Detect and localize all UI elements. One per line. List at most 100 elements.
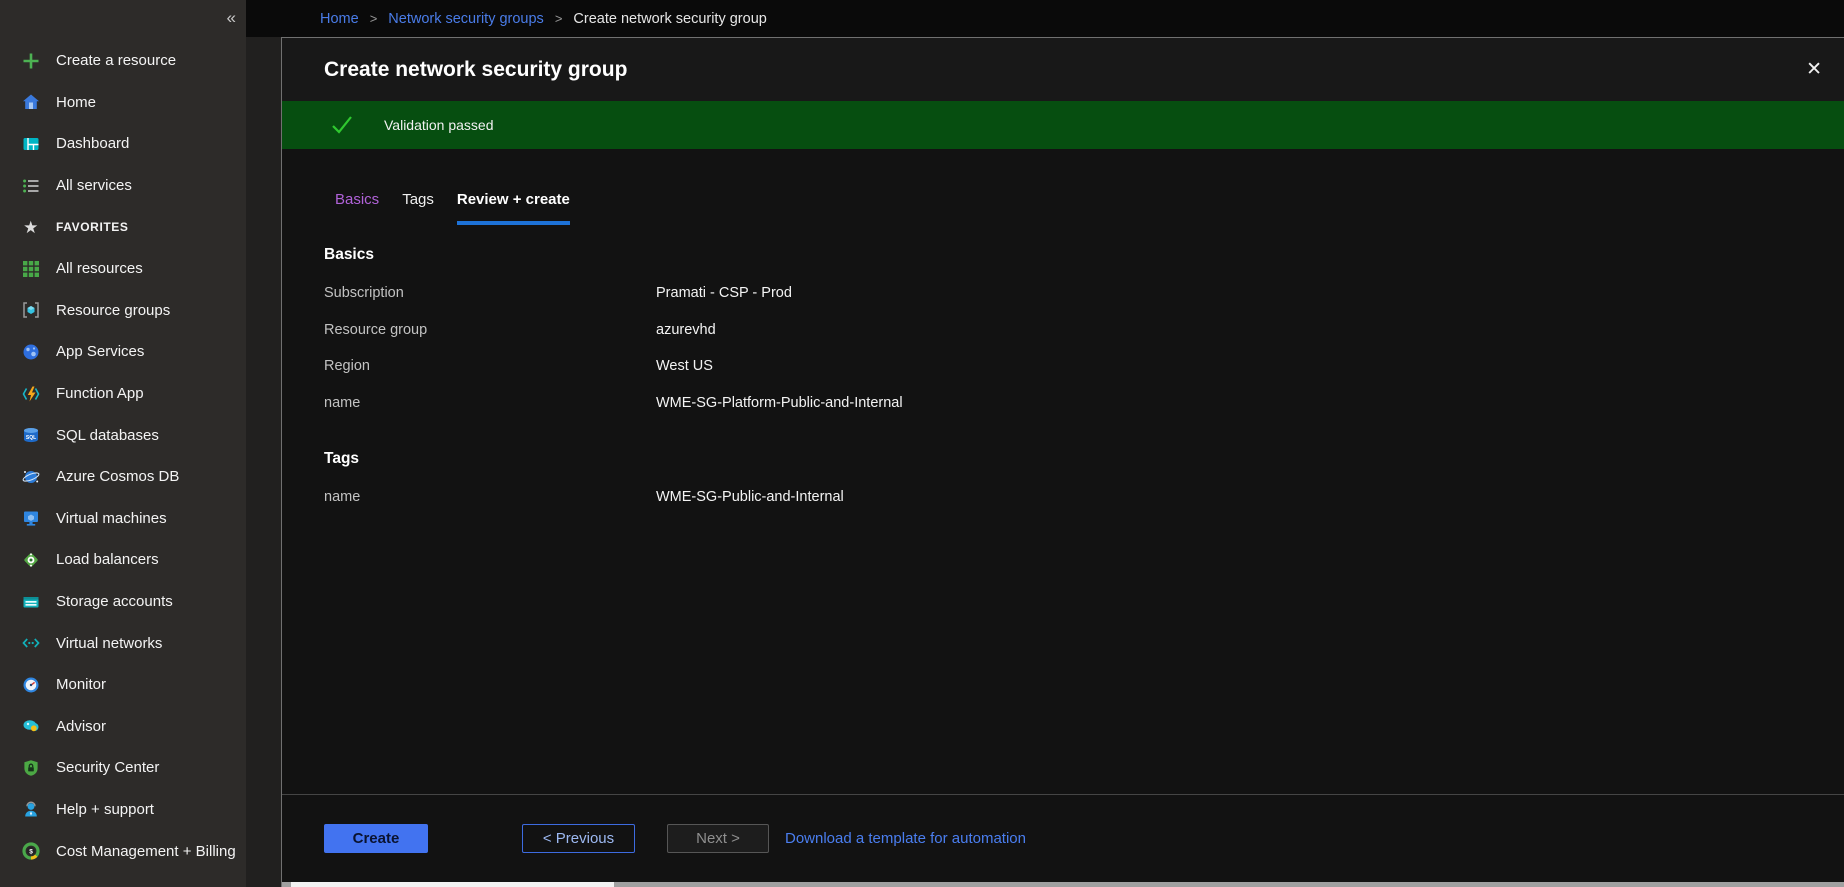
sidebar-item-help-support[interactable]: Help + support (0, 789, 246, 831)
all-services-icon (21, 176, 41, 196)
sidebar-item-virtual-networks[interactable]: Virtual networks (0, 622, 246, 664)
validation-banner: Validation passed (282, 101, 1844, 149)
sidebar-item-label: Resource groups (56, 302, 170, 319)
sidebar-item-label: Virtual networks (56, 635, 162, 652)
chevron-right-icon: > (555, 11, 563, 26)
sidebar-item-function-app[interactable]: Function App (0, 373, 246, 415)
sql-databases-icon: SQL (21, 425, 41, 445)
sidebar-item-label: Help + support (56, 801, 154, 818)
row-label: Region (324, 358, 656, 374)
sidebar-item-home[interactable]: Home (0, 82, 246, 124)
sidebar-item-label: Storage accounts (56, 593, 173, 610)
horizontal-scrollbar[interactable] (282, 882, 1844, 887)
tags-rows: name WME-SG-Public-and-Internal (324, 479, 1844, 516)
row-value: Pramati - CSP - Prod (656, 285, 792, 301)
plus-icon (21, 51, 41, 71)
sidebar-item-all-services[interactable]: All services (0, 165, 246, 207)
chevron-right-icon: > (370, 11, 378, 26)
sidebar-section-favorites: ★ FAVORITES (0, 206, 246, 248)
sidebar: « Create a resource Home Dashboard (0, 0, 246, 887)
home-icon (21, 92, 41, 112)
sidebar-item-all-resources[interactable]: All resources (0, 248, 246, 290)
close-icon[interactable]: ✕ (1798, 54, 1830, 85)
sidebar-collapse-icon[interactable]: « (227, 8, 236, 28)
sidebar-item-label: SQL databases (56, 427, 159, 444)
advisor-icon (21, 716, 41, 736)
row-value: WME-SG-Platform-Public-and-Internal (656, 395, 903, 411)
tab-review-create[interactable]: Review + create (457, 191, 570, 225)
sidebar-item-label: Create a resource (56, 52, 176, 69)
download-template-link[interactable]: Download a template for automation (785, 830, 1026, 847)
cost-management-icon: $ (21, 841, 41, 861)
previous-button[interactable]: < Previous (522, 824, 635, 853)
basics-rows: Subscription Pramati - CSP - Prod Resour… (324, 275, 1844, 421)
row-label: name (324, 395, 656, 411)
breadcrumb-home-link[interactable]: Home (320, 11, 359, 27)
sidebar-item-advisor[interactable]: Advisor (0, 706, 246, 748)
sidebar-item-security-center[interactable]: Security Center (0, 747, 246, 789)
function-app-icon (21, 384, 41, 404)
section-heading-basics: Basics (324, 246, 1844, 264)
sidebar-section-label: FAVORITES (56, 220, 129, 234)
panel-footer: Create < Previous Next > Download a temp… (282, 794, 1844, 882)
sidebar-item-load-balancers[interactable]: Load balancers (0, 539, 246, 581)
create-button[interactable]: Create (324, 824, 428, 853)
sidebar-item-monitor[interactable]: Monitor (0, 664, 246, 706)
sidebar-item-label: All resources (56, 260, 143, 277)
sidebar-item-label: Load balancers (56, 551, 159, 568)
next-button[interactable]: Next > (667, 824, 769, 853)
validation-banner-text: Validation passed (384, 117, 493, 133)
sidebar-item-cost-management-billing[interactable]: $ Cost Management + Billing (0, 830, 246, 872)
all-resources-grid-icon (21, 259, 41, 279)
sidebar-item-label: All services (56, 177, 132, 194)
storage-accounts-icon (21, 592, 41, 612)
panel-gap-strip (246, 37, 281, 887)
sidebar-item-virtual-machines[interactable]: Virtual machines (0, 498, 246, 540)
review-row-tag-name: name WME-SG-Public-and-Internal (324, 479, 1844, 516)
breadcrumb: Home > Network security groups > Create … (246, 0, 1844, 37)
sidebar-item-label: Monitor (56, 676, 106, 693)
sidebar-item-label: App Services (56, 343, 144, 360)
sidebar-item-label: Virtual machines (56, 510, 167, 527)
row-value: WME-SG-Public-and-Internal (656, 489, 844, 505)
sidebar-item-label: Function App (56, 385, 144, 402)
sidebar-item-label: Home (56, 94, 96, 111)
tab-tags[interactable]: Tags (402, 191, 434, 225)
panel-title-bar: Create network security group ✕ (282, 38, 1844, 101)
review-row-name: name WME-SG-Platform-Public-and-Internal (324, 385, 1844, 422)
sidebar-item-label: Dashboard (56, 135, 129, 152)
page-title: Create network security group (324, 58, 627, 82)
check-icon (330, 113, 354, 137)
row-label: Resource group (324, 322, 656, 338)
sidebar-item-label: Security Center (56, 759, 159, 776)
sidebar-item-label: Azure Cosmos DB (56, 468, 179, 485)
create-nsg-panel: Create network security group ✕ Validati… (281, 37, 1844, 887)
sidebar-item-sql-databases[interactable]: SQL SQL databases (0, 414, 246, 456)
cosmos-db-icon (21, 467, 41, 487)
row-value: azurevhd (656, 322, 716, 338)
main-area: Home > Network security groups > Create … (246, 0, 1844, 887)
sidebar-item-azure-cosmos-db[interactable]: Azure Cosmos DB (0, 456, 246, 498)
svg-text:$: $ (29, 848, 33, 855)
virtual-machines-icon (21, 508, 41, 528)
sidebar-item-storage-accounts[interactable]: Storage accounts (0, 581, 246, 623)
svg-text:SQL: SQL (26, 435, 36, 441)
sidebar-item-label: Advisor (56, 718, 106, 735)
section-heading-tags: Tags (324, 450, 1844, 468)
virtual-networks-icon (21, 633, 41, 653)
sidebar-nav: Create a resource Home Dashboard All s (0, 0, 246, 872)
sidebar-item-create-a-resource[interactable]: Create a resource (0, 40, 246, 82)
horizontal-scrollbar-thumb[interactable] (291, 882, 614, 887)
resource-groups-icon (21, 300, 41, 320)
row-value: West US (656, 358, 713, 374)
help-support-icon (21, 799, 41, 819)
row-label: Subscription (324, 285, 656, 301)
row-label: name (324, 489, 656, 505)
review-row-subscription: Subscription Pramati - CSP - Prod (324, 275, 1844, 312)
sidebar-item-label: Cost Management + Billing (56, 843, 236, 860)
sidebar-item-resource-groups[interactable]: Resource groups (0, 290, 246, 332)
sidebar-item-dashboard[interactable]: Dashboard (0, 123, 246, 165)
breadcrumb-nsg-link[interactable]: Network security groups (388, 11, 544, 27)
sidebar-item-app-services[interactable]: App Services (0, 331, 246, 373)
tab-basics[interactable]: Basics (335, 191, 379, 225)
